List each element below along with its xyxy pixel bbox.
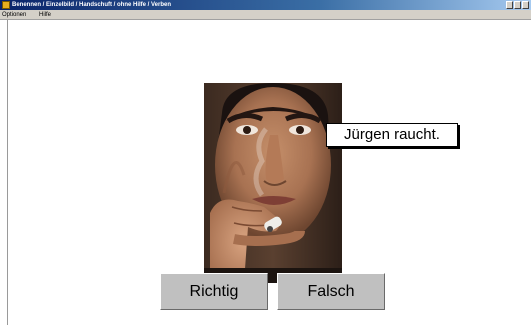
menu-hilfe[interactable]: Hilfe bbox=[39, 10, 51, 20]
app-icon bbox=[2, 1, 10, 9]
window-title: Benennen / Einzelbild / Handschuft / ohn… bbox=[12, 2, 172, 8]
close-button[interactable] bbox=[522, 1, 529, 9]
richtig-button[interactable]: Richtig bbox=[160, 273, 268, 310]
sentence-text: Jürgen raucht. bbox=[344, 126, 440, 143]
maximize-button[interactable] bbox=[514, 1, 521, 9]
minimize-button[interactable] bbox=[506, 1, 513, 9]
falsch-button[interactable]: Falsch bbox=[277, 273, 385, 310]
window-controls bbox=[506, 1, 529, 9]
title-bar[interactable]: Benennen / Einzelbild / Handschuft / ohn… bbox=[0, 0, 531, 10]
sentence-label: Jürgen raucht. bbox=[326, 123, 458, 147]
left-border bbox=[7, 20, 8, 325]
menu-optionen[interactable]: Optionen bbox=[2, 10, 26, 20]
smoking-man-photo bbox=[204, 83, 342, 283]
menu-bar: Optionen Hilfe bbox=[0, 10, 531, 20]
